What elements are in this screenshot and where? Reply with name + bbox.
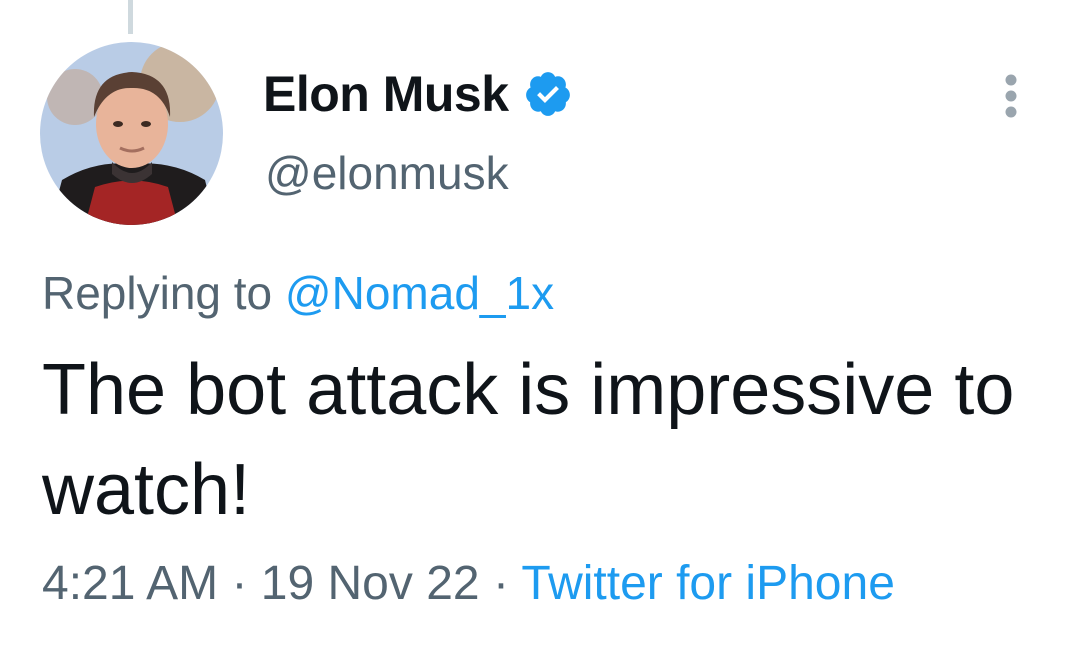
replying-to-row: Replying to @Nomad_1x [42,266,554,320]
meta-separator: · [492,557,509,610]
author-name-row[interactable]: Elon Musk [263,62,573,126]
avatar-image [40,42,223,225]
meta-separator: · [231,557,248,610]
tweet-time[interactable]: 4:21 AM [42,557,218,610]
tweet-date[interactable]: 19 Nov 22 [261,557,480,610]
author-display-name[interactable]: Elon Musk [263,65,509,123]
reply-handle-link[interactable]: @Nomad_1x [285,267,554,319]
replying-to-label: Replying to [42,267,273,319]
verified-badge-icon [523,69,573,119]
tweet-text: The bot attack is impressive to watch! [42,350,1015,530]
avatar[interactable] [40,42,223,225]
thread-connector-line [128,0,133,34]
author-handle[interactable]: @elonmusk [265,146,509,200]
tweet-source-link[interactable]: Twitter for iPhone [521,557,895,610]
more-vertical-icon[interactable] [994,72,1028,120]
tweet-metadata: 4:21 AM · 19 Nov 22 · Twitter for iPhone [42,556,895,611]
